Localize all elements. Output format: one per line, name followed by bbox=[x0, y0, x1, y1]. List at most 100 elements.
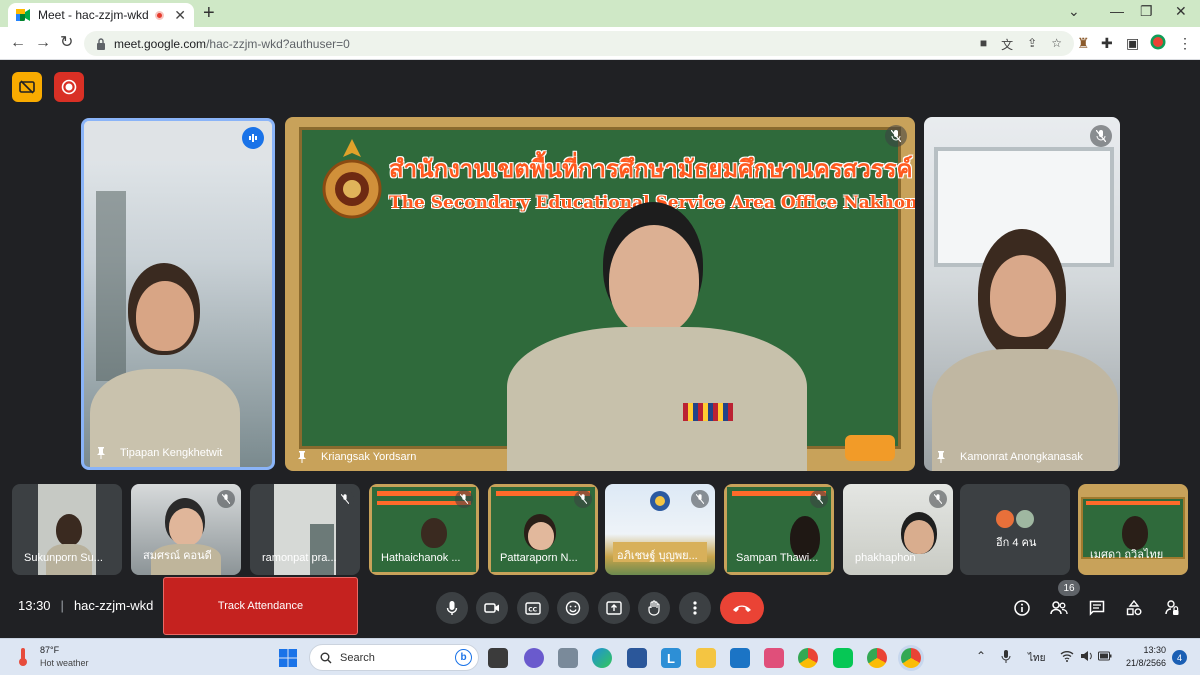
thumb-tile-7[interactable]: Sampan Thawi... bbox=[724, 484, 834, 575]
app-l-icon[interactable]: L bbox=[661, 648, 681, 668]
participant-name: Kamonrat Anongkanasak bbox=[960, 451, 1083, 463]
info-separator: | bbox=[60, 598, 64, 613]
notification-badge[interactable]: 4 bbox=[1172, 650, 1187, 665]
track-attendance-label: Track Attendance bbox=[217, 600, 304, 612]
tab-close-icon[interactable]: ✕ bbox=[174, 7, 186, 24]
window-frame bbox=[96, 191, 126, 381]
track-attendance-button[interactable]: Track Attendance bbox=[163, 577, 358, 635]
chrome-profile-icon[interactable] bbox=[867, 648, 887, 668]
reactions-button[interactable] bbox=[557, 592, 589, 624]
video-tile-kriangsak[interactable]: สำนักงานเขตพื้นที่การศึกษามัธยมศึกษานครส… bbox=[285, 117, 915, 471]
taskbar-search-box[interactable]: Search b bbox=[309, 644, 479, 671]
edge-browser-icon[interactable] bbox=[592, 648, 612, 668]
weather-widget[interactable]: 87°F Hot weather bbox=[40, 644, 89, 670]
wifi-icon[interactable] bbox=[1060, 650, 1074, 662]
pin-icon[interactable] bbox=[297, 451, 307, 463]
task-view-icon[interactable] bbox=[488, 648, 508, 668]
minimize-button[interactable]: — bbox=[1110, 3, 1124, 19]
participant-name: อภิเชษฐ์ บุญพย... bbox=[617, 550, 698, 562]
captions-off-button[interactable] bbox=[12, 72, 42, 102]
snipping-tool-icon[interactable] bbox=[764, 648, 784, 668]
file-explorer-icon[interactable] bbox=[696, 648, 716, 668]
participant-name: Tipapan Kengkhetwit bbox=[120, 447, 223, 459]
extensions-puzzle-icon[interactable]: ✚ bbox=[1101, 34, 1113, 52]
translate-icon[interactable]: 文 bbox=[1001, 36, 1013, 53]
search-icon bbox=[320, 652, 332, 663]
extension-icon[interactable]: ♜ bbox=[1077, 34, 1090, 52]
thumb-tile-6[interactable]: อภิเชษฐ์ บุญพย... bbox=[605, 484, 715, 575]
restore-button[interactable]: ❐ bbox=[1140, 3, 1153, 20]
windows-start-icon[interactable] bbox=[278, 648, 298, 668]
leave-call-button[interactable] bbox=[720, 592, 764, 624]
participant-name: Sukunporn Su... bbox=[24, 552, 103, 564]
camera-button[interactable] bbox=[476, 592, 508, 624]
thumb-tile-2[interactable]: สมศรณ์ คอนดี bbox=[131, 484, 241, 575]
volume-icon[interactable] bbox=[1080, 650, 1094, 662]
chrome-icon[interactable] bbox=[798, 648, 818, 668]
bing-icon: b bbox=[455, 649, 472, 666]
present-screen-button[interactable] bbox=[598, 592, 630, 624]
thumb-tile-1[interactable]: Sukunporn Su... bbox=[12, 484, 122, 575]
activities-button[interactable] bbox=[1118, 592, 1150, 624]
back-arrow-icon[interactable]: ← bbox=[10, 34, 26, 52]
pin-icon[interactable] bbox=[936, 451, 946, 463]
face bbox=[169, 508, 203, 546]
bookmark-star-icon[interactable]: ☆ bbox=[1051, 36, 1062, 53]
tray-chevron-up-icon[interactable]: ⌃ bbox=[976, 649, 986, 663]
meeting-details-button[interactable] bbox=[1006, 592, 1038, 624]
thumb-tile-8[interactable]: phakhaphon bbox=[843, 484, 953, 575]
close-window-button[interactable]: ✕ bbox=[1175, 3, 1187, 20]
thumb-tile-3[interactable]: ramonpat pra... bbox=[250, 484, 360, 575]
microphone-button[interactable] bbox=[436, 592, 468, 624]
thumb-tile-4[interactable]: Hathaichanok ... bbox=[369, 484, 479, 575]
recording-button[interactable] bbox=[54, 72, 84, 102]
chat-button[interactable] bbox=[1081, 592, 1113, 624]
lock-person-icon bbox=[1165, 600, 1179, 615]
camera-permission-icon[interactable]: ■ bbox=[980, 36, 987, 53]
host-controls-button[interactable] bbox=[1156, 592, 1188, 624]
new-tab-button[interactable]: + bbox=[203, 3, 215, 23]
pin-icon[interactable] bbox=[96, 447, 106, 459]
thumb-more-participants[interactable]: อีก 4 คน bbox=[960, 484, 1070, 575]
face bbox=[990, 255, 1056, 337]
more-vert-icon bbox=[693, 601, 697, 615]
profile-avatar[interactable] bbox=[1150, 34, 1166, 54]
emoji-icon bbox=[565, 600, 581, 616]
teams-chat-icon[interactable] bbox=[524, 648, 544, 668]
share-icon[interactable]: ⇪ bbox=[1027, 36, 1037, 53]
line-app-icon[interactable] bbox=[833, 648, 853, 668]
hair bbox=[421, 518, 447, 548]
reload-icon[interactable]: ↻ bbox=[60, 34, 73, 52]
weather-desc: Hot weather bbox=[40, 658, 89, 668]
thumb-tile-5[interactable]: Pattaraporn N... bbox=[488, 484, 598, 575]
more-participants-label: อีก 4 คน bbox=[996, 537, 1037, 549]
chrome-active-icon[interactable] bbox=[901, 648, 921, 668]
video-tile-tipapan[interactable]: Tipapan Kengkhetwit bbox=[81, 118, 275, 470]
lock-icon bbox=[97, 37, 105, 50]
search-placeholder: Search bbox=[340, 651, 375, 664]
input-language[interactable]: ไทย bbox=[1028, 651, 1045, 666]
app-icon[interactable] bbox=[558, 648, 578, 668]
tab-search-icon[interactable]: ⌄ bbox=[1068, 3, 1080, 20]
tray-microphone-icon[interactable] bbox=[1001, 649, 1011, 665]
hang-up-icon bbox=[733, 605, 751, 612]
browser-tab-meet[interactable]: Meet - hac-zzjm-wkd ✕ bbox=[8, 3, 194, 27]
word-icon[interactable] bbox=[627, 648, 647, 668]
captions-button[interactable]: CC bbox=[517, 592, 549, 624]
thumb-tile-10[interactable]: เมศดา ถวิลไทย bbox=[1078, 484, 1188, 575]
forward-arrow-icon[interactable]: → bbox=[35, 34, 51, 52]
battery-icon[interactable] bbox=[1098, 651, 1112, 661]
taskbar-clock[interactable]: 13:30 21/8/2566 bbox=[1120, 644, 1166, 670]
browser-menu-icon[interactable]: ⋮ bbox=[1178, 34, 1192, 52]
people-button[interactable] bbox=[1043, 592, 1075, 624]
address-bar[interactable]: meet.google.com/hac-zzjm-wkd?authuser=0 … bbox=[84, 31, 1074, 56]
mail-icon[interactable] bbox=[730, 648, 750, 668]
raise-hand-button[interactable] bbox=[638, 592, 670, 624]
video-tile-kamonrat[interactable]: Kamonrat Anongkanasak bbox=[924, 117, 1120, 471]
side-panel-icon[interactable]: ▣ bbox=[1126, 34, 1139, 52]
info-icon bbox=[1014, 600, 1030, 616]
more-options-button[interactable] bbox=[679, 592, 711, 624]
uniform bbox=[507, 327, 807, 471]
participant-name: Pattaraporn N... bbox=[500, 552, 578, 564]
face bbox=[609, 225, 699, 335]
